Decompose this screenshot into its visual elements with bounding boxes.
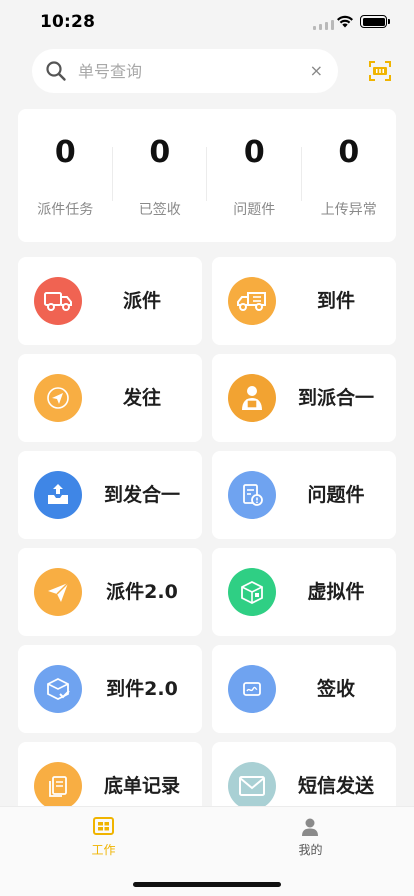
tile-arrival-v2[interactable]: 到件2.0 [18, 645, 202, 733]
tile-arrive-dispatch-combo[interactable]: 到派合一 [212, 354, 396, 442]
tab-label: 我的 [298, 843, 323, 857]
inbox-upload-icon [34, 471, 82, 519]
stat-signed[interactable]: 0 已签收 [113, 109, 207, 242]
search-icon [46, 61, 66, 81]
tile-label: 发往 [122, 387, 161, 409]
tile-label: 签收 [316, 678, 355, 700]
search-bar: × [32, 49, 338, 93]
tile-virtual[interactable]: 虚拟件 [212, 548, 396, 636]
stat-value: 0 [149, 135, 171, 170]
cellular-signal-icon [313, 20, 334, 30]
stat-upload-errors[interactable]: 0 上传异常 [302, 109, 397, 242]
box-check-icon [34, 665, 82, 713]
records-icon [34, 762, 82, 810]
stat-value: 0 [338, 135, 360, 170]
tab-label: 工作 [91, 843, 116, 857]
tile-arrival[interactable]: 到件 [212, 257, 396, 345]
send-to-icon [34, 374, 82, 422]
search-input[interactable] [78, 49, 308, 93]
tile-problem[interactable]: 问题件 [212, 451, 396, 539]
status-time: 10:28 [40, 12, 96, 32]
stats-card: 0 派件任务 0 已签收 0 问题件 0 上传异常 [18, 109, 396, 242]
delivery-truck-icon [34, 277, 82, 325]
tile-label: 到件2.0 [106, 678, 178, 700]
stat-label: 上传异常 [320, 202, 377, 218]
tile-dispatch[interactable]: 派件 [18, 257, 202, 345]
tile-send-to[interactable]: 发往 [18, 354, 202, 442]
tile-sign[interactable]: 签收 [212, 645, 396, 733]
problem-document-icon [228, 471, 276, 519]
wifi-icon [337, 15, 353, 28]
tile-label: 派件 [122, 290, 161, 312]
stat-label: 派件任务 [37, 202, 94, 218]
tile-label: 虚拟件 [307, 581, 365, 603]
status-bar: 10:28 [0, 0, 414, 44]
stat-label: 问题件 [233, 202, 276, 218]
person-icon [302, 818, 318, 836]
tile-label: 派件2.0 [106, 581, 178, 603]
workbench-icon [93, 817, 114, 835]
stat-dispatch-tasks[interactable]: 0 派件任务 [18, 109, 113, 242]
stat-label: 已签收 [138, 202, 181, 218]
tile-label: 到件 [316, 290, 355, 312]
envelope-icon [228, 762, 276, 810]
tab-work[interactable]: 工作 [0, 807, 207, 867]
tile-label: 问题件 [307, 484, 365, 506]
tile-label: 到派合一 [297, 387, 374, 409]
stat-value: 0 [243, 135, 265, 170]
arrival-truck-icon [228, 277, 276, 325]
tile-arrive-send-combo[interactable]: 到发合一 [18, 451, 202, 539]
courier-package-icon [228, 374, 276, 422]
battery-icon [360, 15, 390, 28]
tile-label: 到发合一 [103, 484, 180, 506]
signature-icon [228, 665, 276, 713]
stat-problem[interactable]: 0 问题件 [207, 109, 302, 242]
stat-value: 0 [54, 135, 76, 170]
paper-plane-icon [34, 568, 82, 616]
scan-icon[interactable] [369, 61, 391, 81]
clear-icon[interactable]: × [310, 62, 323, 80]
tab-mine[interactable]: 我的 [207, 807, 414, 867]
home-indicator [133, 882, 281, 887]
tile-dispatch-v2[interactable]: 派件2.0 [18, 548, 202, 636]
virtual-box-icon [228, 568, 276, 616]
